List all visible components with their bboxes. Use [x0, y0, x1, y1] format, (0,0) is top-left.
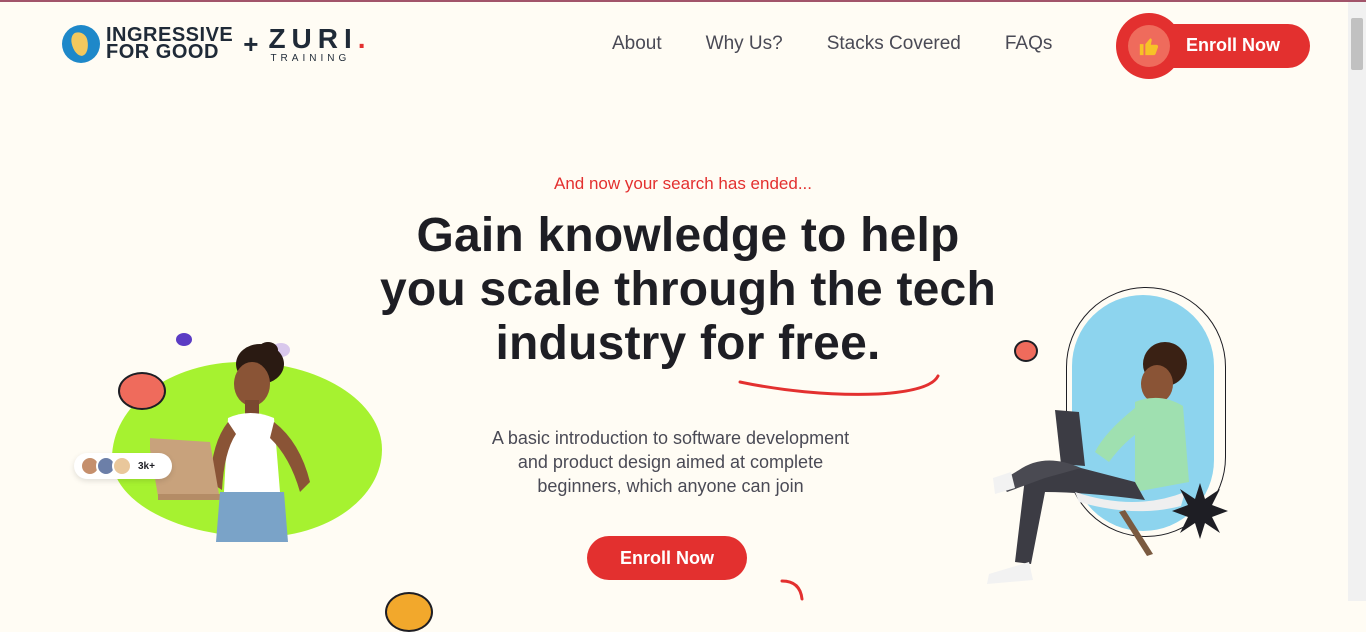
header-enroll-button[interactable]: Enroll Now — [1116, 13, 1310, 79]
brand-logo[interactable]: INGRESSIVE FOR GOOD + ZURI. TRAINING — [62, 22, 372, 66]
nav-faqs[interactable]: FAQs — [1005, 33, 1053, 55]
thumbs-up-icon — [1128, 25, 1170, 67]
hero-enroll-button[interactable]: Enroll Now — [587, 536, 747, 580]
scrollbar-thumb[interactable] — [1351, 18, 1363, 70]
ingressive-wordmark: INGRESSIVE FOR GOOD — [106, 24, 234, 63]
header-enroll-label: Enroll Now — [1186, 35, 1280, 55]
hero-tagline: And now your search has ended... — [554, 174, 812, 193]
red-squiggle-decoration — [780, 579, 804, 601]
nav-about[interactable]: About — [612, 33, 662, 55]
site-header: INGRESSIVE FOR GOOD + ZURI. TRAINING Abo… — [0, 2, 1348, 92]
zuri-wordmark: ZURI. TRAINING — [268, 22, 372, 64]
plus-sign: + — [243, 28, 259, 59]
nav-stacks-covered[interactable]: Stacks Covered — [827, 33, 961, 55]
globe-icon — [62, 25, 100, 63]
man-with-laptop-illustration — [987, 342, 1189, 584]
black-starburst-decoration — [1172, 483, 1228, 539]
nav-why-us[interactable]: Why Us? — [706, 33, 783, 55]
main-nav: About Why Us? Stacks Covered FAQs — [612, 33, 1052, 55]
headline-underline-swoosh — [738, 374, 940, 396]
orange-ball-decoration — [385, 592, 433, 632]
